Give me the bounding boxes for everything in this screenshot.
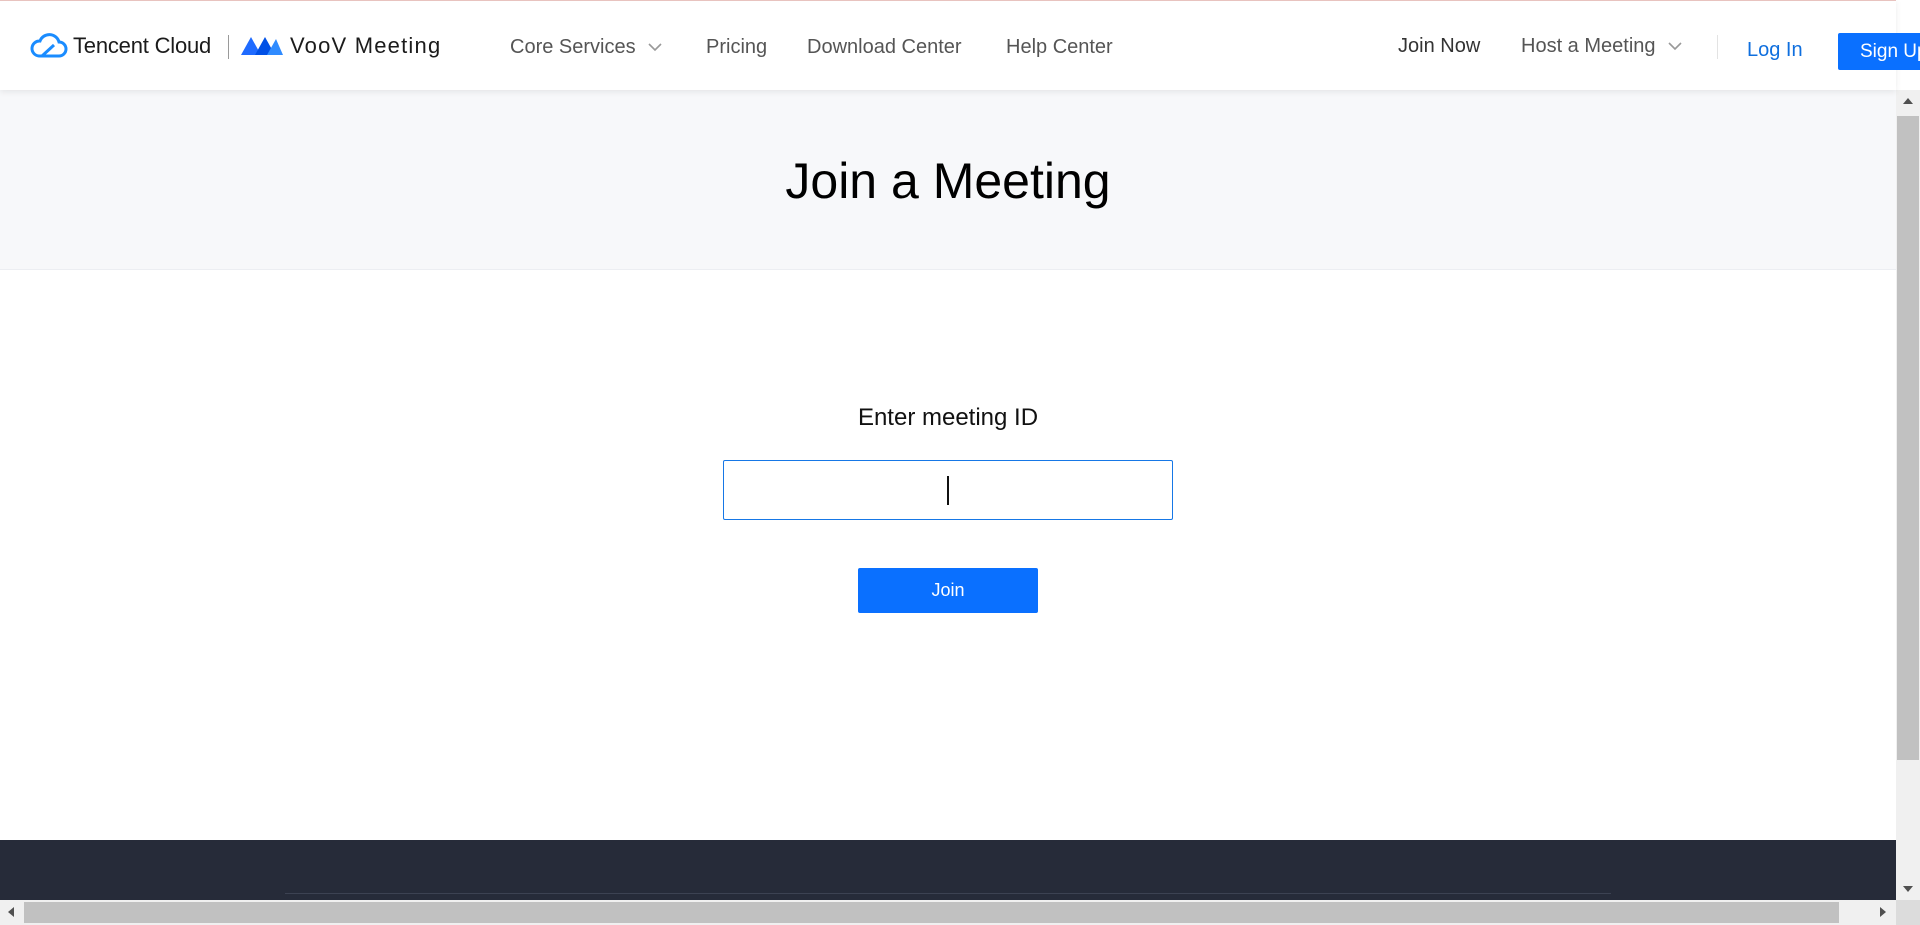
join-button[interactable]: Join bbox=[858, 568, 1038, 613]
chevron-down-icon bbox=[1667, 42, 1682, 51]
scroll-left-arrow-icon[interactable] bbox=[8, 907, 14, 917]
text-cursor bbox=[947, 476, 949, 505]
nav-help-center[interactable]: Help Center bbox=[1006, 36, 1113, 59]
footer-divider bbox=[285, 893, 1611, 894]
footer bbox=[0, 840, 1896, 900]
sign-up-button[interactable]: Sign Up bbox=[1838, 33, 1920, 70]
nav-divider bbox=[1717, 35, 1718, 59]
chevron-down-icon bbox=[648, 43, 662, 52]
nav-download-center[interactable]: Download Center bbox=[807, 36, 962, 59]
vertical-scrollbar[interactable] bbox=[1896, 90, 1920, 900]
page-title: Join a Meeting bbox=[785, 153, 1111, 209]
nav-pricing[interactable]: Pricing bbox=[706, 36, 767, 59]
vertical-scroll-thumb[interactable] bbox=[1897, 116, 1919, 760]
logo-divider bbox=[228, 35, 229, 59]
join-meeting-form: Enter meeting ID Join bbox=[0, 271, 1896, 840]
tencent-cloud-logo-icon bbox=[30, 33, 68, 58]
nav-host-a-meeting[interactable]: Host a Meeting bbox=[1521, 35, 1682, 58]
nav-core-services-label: Core Services bbox=[510, 36, 636, 58]
voov-meeting-wordmark: VooV Meeting bbox=[290, 33, 442, 58]
page-hero: Join a Meeting bbox=[0, 90, 1896, 270]
horizontal-scroll-thumb[interactable] bbox=[24, 902, 1839, 923]
scroll-up-arrow-icon[interactable] bbox=[1903, 98, 1913, 104]
meeting-id-label: Enter meeting ID bbox=[857, 404, 1039, 431]
log-in-link[interactable]: Log In bbox=[1747, 39, 1803, 62]
scroll-right-arrow-icon[interactable] bbox=[1880, 907, 1886, 917]
nav-host-a-meeting-label: Host a Meeting bbox=[1521, 35, 1656, 57]
voov-logo-icon bbox=[241, 37, 283, 55]
nav-core-services[interactable]: Core Services bbox=[510, 36, 662, 59]
nav-join-now[interactable]: Join Now bbox=[1398, 35, 1480, 58]
voov-meeting-logo[interactable]: VooV Meeting bbox=[239, 31, 441, 61]
scroll-down-arrow-icon[interactable] bbox=[1903, 886, 1913, 892]
tencent-cloud-wordmark: Tencent Cloud bbox=[73, 33, 212, 58]
top-navigation-bar: Tencent Cloud VooV Meeting Core Services… bbox=[0, 0, 1920, 90]
scrollbar-corner bbox=[1896, 900, 1920, 925]
horizontal-scrollbar[interactable] bbox=[0, 900, 1896, 925]
tencent-cloud-logo[interactable]: Tencent Cloud bbox=[30, 31, 211, 61]
